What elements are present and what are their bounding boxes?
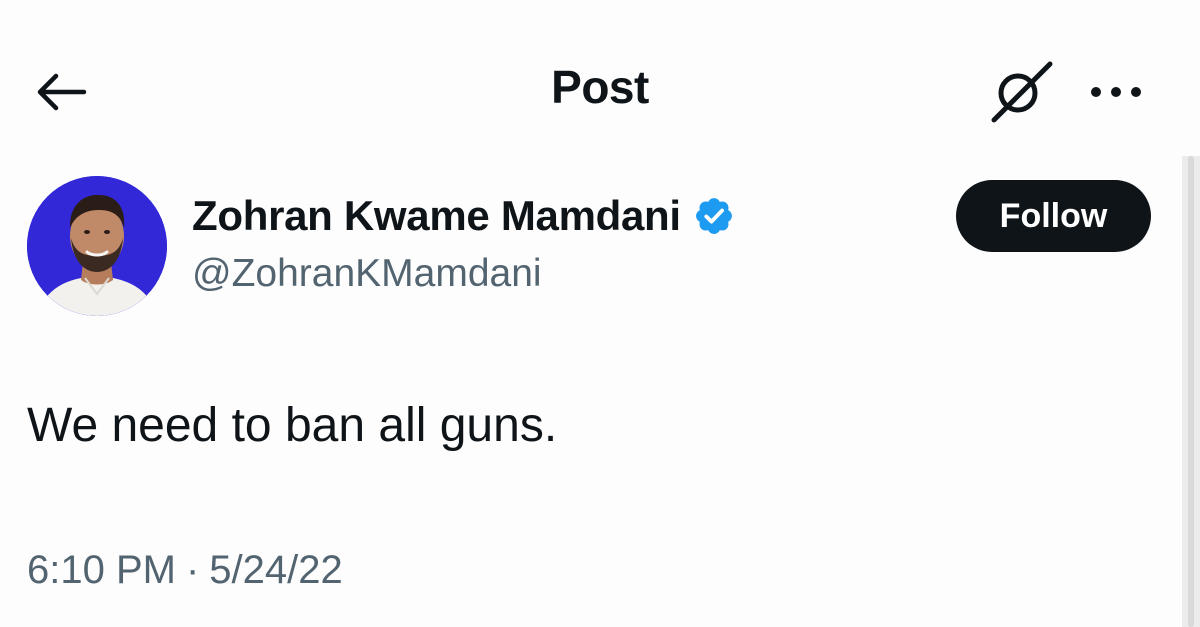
more-options-button[interactable] — [1084, 68, 1148, 116]
scrollbar[interactable] — [1182, 156, 1200, 627]
follow-button[interactable]: Follow — [956, 180, 1151, 252]
display-name-row: Zohran Kwame Mamdani — [192, 188, 735, 244]
avatar-photo — [27, 176, 167, 316]
grok-icon — [991, 61, 1053, 123]
scrollbar-thumb[interactable] — [1188, 156, 1194, 627]
display-name[interactable]: Zohran Kwame Mamdani — [192, 192, 681, 240]
meta-separator: · — [185, 548, 200, 592]
post-timestamp[interactable]: 6:10 PM · 5/24/22 — [27, 548, 343, 593]
user-handle[interactable]: @ZohranKMamdani — [192, 252, 542, 296]
verified-badge-icon[interactable] — [693, 195, 735, 237]
grok-button[interactable] — [986, 58, 1058, 126]
post-time: 6:10 PM — [27, 548, 176, 592]
more-horizontal-icon — [1091, 87, 1141, 97]
post-date: 5/24/22 — [209, 548, 343, 592]
post-text: We need to ban all guns. — [27, 399, 558, 452]
post-screen: Post Zohran Kwame Mamdani @ZohranKMamdan… — [0, 0, 1200, 627]
avatar[interactable] — [27, 176, 167, 316]
